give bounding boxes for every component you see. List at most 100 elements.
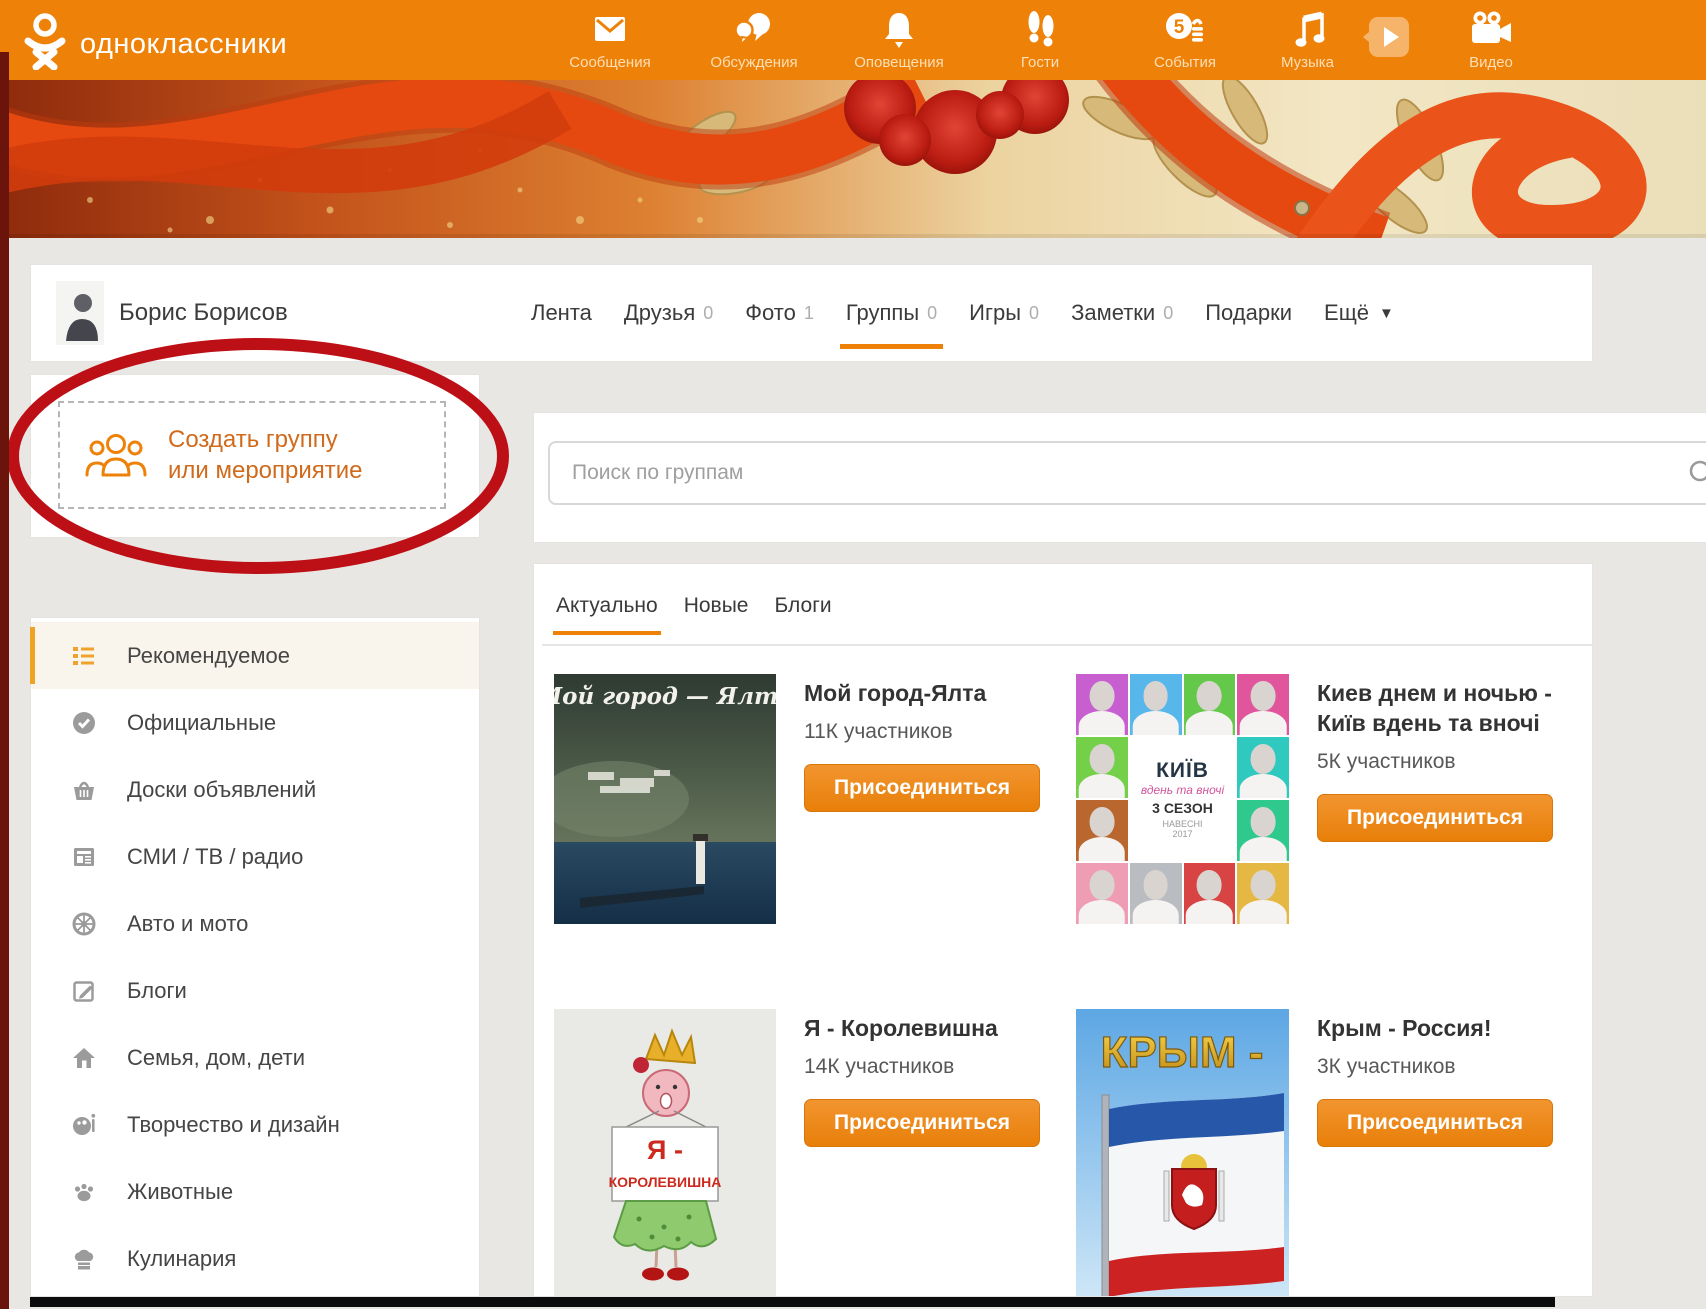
chef-hat-icon [69, 1246, 99, 1272]
sidebar-item-label: Блоги [127, 978, 187, 1004]
ok-logo[interactable]: одноклассники [22, 12, 287, 70]
sidebar-item-animals[interactable]: Животные [31, 1158, 479, 1225]
group-card-crimea: КРЫМ - Крым - Россия! 3К участников Прис… [1076, 1009, 1575, 1297]
tab-notes[interactable]: Заметки 0 [1071, 265, 1173, 361]
bottom-black-bar [30, 1297, 1555, 1307]
create-group-button[interactable]: Создать группу или мероприятие [58, 401, 446, 509]
create-group-line1: Создать группу [168, 424, 363, 455]
sidebar-item-label: Творчество и дизайн [127, 1112, 340, 1138]
avatar[interactable] [56, 281, 104, 345]
sidebar-item-media[interactable]: СМИ / ТВ / радио [31, 823, 479, 890]
chevron-down-icon: ▼ [1379, 305, 1394, 322]
sidebar-item-label: Официальные [127, 710, 276, 736]
bell-icon [877, 8, 921, 52]
search-box [548, 441, 1706, 505]
tab-count: 0 [703, 303, 713, 324]
group-image-korolevishna[interactable]: Я - КОРОЛЕВИШНА [554, 1009, 776, 1297]
play-badge[interactable] [1355, 3, 1421, 77]
nav-video[interactable]: Видео [1421, 3, 1561, 77]
play-icon [1363, 15, 1413, 59]
tab-label: Друзья [624, 300, 695, 326]
nav-label: События [1154, 54, 1216, 71]
sidebar-item-cooking[interactable]: Кулинария [31, 1225, 479, 1292]
sidebar-item-auto[interactable]: Авто и мото [31, 890, 479, 957]
tab-groups[interactable]: Группы 0 [846, 265, 937, 361]
tab-games[interactable]: Игры 0 [969, 265, 1039, 361]
nav-notifications[interactable]: Оповещения [828, 3, 970, 77]
sidebar-item-blogs[interactable]: Блоги [31, 957, 479, 1024]
tab-label: Группы [846, 300, 919, 326]
search-icon[interactable] [1688, 459, 1706, 494]
nav-label: Музыка [1281, 54, 1334, 71]
tab-friends[interactable]: Друзья 0 [624, 265, 713, 361]
tab-label: Игры [969, 300, 1021, 326]
group-card-yalta: Мой город — Ялта Мой город-Ялта 11К учас… [554, 674, 1062, 929]
newspaper-icon [69, 844, 99, 870]
chat-bubbles-icon [732, 8, 776, 52]
kyiv-subtitle: вдень та вночі [1141, 783, 1224, 797]
group-image-yalta[interactable]: Мой город — Ялта [554, 674, 776, 929]
content-tabs: Актуально Новые Блоги [556, 594, 832, 618]
kyiv-spring: НАВЕСНІ [1162, 819, 1202, 829]
nav-discussions[interactable]: Обсуждения [680, 3, 828, 77]
tab-photos[interactable]: Фото 1 [745, 265, 814, 361]
nav-label: Гости [1021, 54, 1059, 71]
join-button[interactable]: Присоединиться [804, 764, 1040, 812]
sidebar-item-boards[interactable]: Доски объявлений [31, 756, 479, 823]
group-members-count: 5К участников [1317, 750, 1575, 774]
group-title[interactable]: Я - Королевишна [804, 1013, 1062, 1043]
search-input[interactable] [550, 443, 1706, 503]
kyiv-year: 2017 [1172, 829, 1192, 839]
tab-more[interactable]: Ещё ▼ [1324, 265, 1394, 361]
sidebar-item-art[interactable]: Творчество и дизайн [31, 1091, 479, 1158]
banner-art [0, 80, 1706, 238]
nav-events[interactable]: 5 События [1110, 3, 1260, 77]
profile-bar: Борис Борисов Лента Друзья 0 Фото 1 Груп… [30, 264, 1593, 362]
group-title[interactable]: Крым - Россия! [1317, 1013, 1575, 1043]
tabs-separator [542, 644, 1592, 646]
top-header-bar: одноклассники Сообщения Обсуждения [0, 0, 1706, 80]
crimea-image-text: КРЫМ - [1101, 1028, 1264, 1077]
sidebar-item-label: Животные [127, 1179, 233, 1205]
tab-label: Лента [531, 300, 592, 326]
sidebar-item-family[interactable]: Семья, дом, дети [31, 1024, 479, 1091]
group-categories-sidebar: Рекомендуемое Официальные Доски объявлен… [30, 617, 480, 1297]
join-button[interactable]: Присоединиться [1317, 1099, 1553, 1147]
sign-line1: Я - [647, 1135, 683, 1165]
group-info: Я - Королевишна 14К участников Присоедин… [804, 1009, 1062, 1297]
nav-messages[interactable]: Сообщения [540, 3, 680, 77]
tab-gifts[interactable]: Подарки [1205, 265, 1292, 361]
group-members-count: 11К участников [804, 720, 1062, 744]
group-image-kyiv[interactable]: КИЇВ вдень та вночі 3 СЕЗОН НАВЕСНІ 2017 [1076, 674, 1289, 924]
kyiv-portrait-grid: КИЇВ вдень та вночі 3 СЕЗОН НАВЕСНІ 2017 [1076, 674, 1289, 924]
join-button[interactable]: Присоединиться [1317, 794, 1553, 842]
kyiv-center-label: КИЇВ вдень та вночі 3 СЕЗОН НАВЕСНІ 2017 [1130, 737, 1236, 861]
group-title[interactable]: Мой город-Ялта [804, 678, 1062, 708]
sidebar-item-recommended[interactable]: Рекомендуемое [31, 622, 479, 689]
kyiv-season: 3 СЕЗОН [1152, 800, 1213, 816]
sidebar-item-label: Доски объявлений [127, 777, 316, 803]
join-button[interactable]: Присоединиться [804, 1099, 1040, 1147]
tab-feed[interactable]: Лента [531, 265, 592, 361]
tab-count: 1 [804, 303, 814, 324]
group-members-count: 3К участников [1317, 1055, 1575, 1079]
yalta-image-caption: Мой город — Ялта [554, 683, 776, 710]
tab-actual[interactable]: Актуально [556, 594, 658, 618]
nav-label: Оповещения [854, 54, 944, 71]
logo-text: одноклассники [80, 28, 287, 61]
check-badge-icon [69, 710, 99, 736]
nav-music[interactable]: Музыка [1260, 3, 1355, 77]
sidebar-item-official[interactable]: Официальные [31, 689, 479, 756]
tab-blogs[interactable]: Блоги [774, 594, 831, 618]
basket-icon [69, 777, 99, 803]
group-image-crimea[interactable]: КРЫМ - [1076, 1009, 1289, 1297]
video-camera-icon [1468, 8, 1514, 52]
group-title[interactable]: Киев днем и ночью - Київ вдень та вночі [1317, 678, 1575, 738]
nav-guests[interactable]: Гости [970, 3, 1110, 77]
list-icon [69, 643, 99, 669]
profile-name[interactable]: Борис Борисов [119, 299, 288, 327]
tab-new[interactable]: Новые [684, 594, 749, 618]
nav-label: Обсуждения [710, 54, 797, 71]
sidebar-item-label: Рекомендуемое [127, 643, 290, 669]
svg-text:5: 5 [1174, 17, 1185, 38]
